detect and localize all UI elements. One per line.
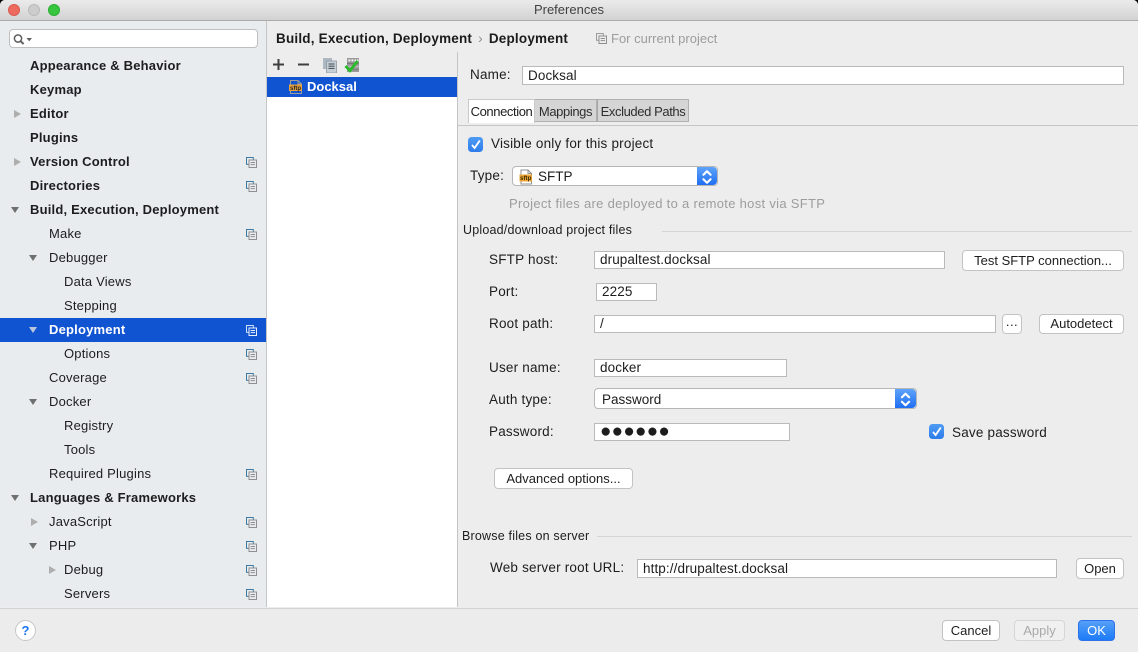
svg-text:sftp: sftp: [290, 86, 301, 92]
svg-text:sftp: sftp: [520, 175, 532, 182]
